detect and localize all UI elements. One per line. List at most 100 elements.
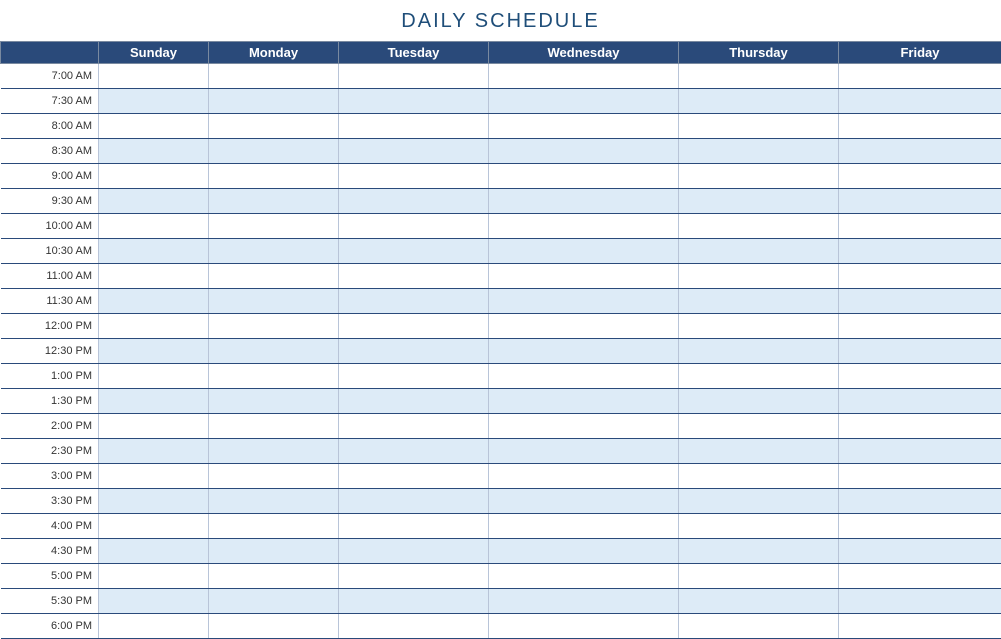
schedule-cell[interactable] [679, 214, 839, 239]
schedule-cell[interactable] [209, 539, 339, 564]
schedule-cell[interactable] [209, 589, 339, 614]
schedule-cell[interactable] [339, 364, 489, 389]
schedule-cell[interactable] [339, 139, 489, 164]
schedule-cell[interactable] [679, 589, 839, 614]
schedule-cell[interactable] [679, 564, 839, 589]
schedule-cell[interactable] [99, 514, 209, 539]
schedule-cell[interactable] [839, 164, 1001, 189]
schedule-cell[interactable] [209, 339, 339, 364]
schedule-cell[interactable] [209, 314, 339, 339]
schedule-cell[interactable] [209, 214, 339, 239]
schedule-cell[interactable] [99, 164, 209, 189]
schedule-cell[interactable] [339, 464, 489, 489]
schedule-cell[interactable] [839, 464, 1001, 489]
schedule-cell[interactable] [99, 564, 209, 589]
schedule-cell[interactable] [209, 164, 339, 189]
schedule-cell[interactable] [339, 339, 489, 364]
schedule-cell[interactable] [839, 289, 1001, 314]
schedule-cell[interactable] [339, 264, 489, 289]
schedule-cell[interactable] [679, 489, 839, 514]
schedule-cell[interactable] [839, 389, 1001, 414]
schedule-cell[interactable] [99, 414, 209, 439]
schedule-cell[interactable] [679, 439, 839, 464]
schedule-cell[interactable] [99, 239, 209, 264]
schedule-cell[interactable] [339, 214, 489, 239]
schedule-cell[interactable] [209, 139, 339, 164]
schedule-cell[interactable] [679, 339, 839, 364]
schedule-cell[interactable] [839, 364, 1001, 389]
schedule-cell[interactable] [489, 64, 679, 89]
schedule-cell[interactable] [839, 239, 1001, 264]
schedule-cell[interactable] [99, 289, 209, 314]
schedule-cell[interactable] [839, 264, 1001, 289]
schedule-cell[interactable] [209, 64, 339, 89]
schedule-cell[interactable] [209, 114, 339, 139]
schedule-cell[interactable] [839, 539, 1001, 564]
schedule-cell[interactable] [339, 314, 489, 339]
schedule-cell[interactable] [679, 389, 839, 414]
schedule-cell[interactable] [489, 239, 679, 264]
schedule-cell[interactable] [839, 564, 1001, 589]
schedule-cell[interactable] [339, 589, 489, 614]
schedule-cell[interactable] [99, 189, 209, 214]
schedule-cell[interactable] [489, 89, 679, 114]
schedule-cell[interactable] [839, 64, 1001, 89]
schedule-cell[interactable] [679, 189, 839, 214]
schedule-cell[interactable] [99, 364, 209, 389]
schedule-cell[interactable] [339, 489, 489, 514]
schedule-cell[interactable] [679, 314, 839, 339]
schedule-cell[interactable] [99, 589, 209, 614]
schedule-cell[interactable] [209, 289, 339, 314]
schedule-cell[interactable] [679, 414, 839, 439]
schedule-cell[interactable] [489, 489, 679, 514]
schedule-cell[interactable] [339, 89, 489, 114]
schedule-cell[interactable] [679, 539, 839, 564]
schedule-cell[interactable] [339, 539, 489, 564]
schedule-cell[interactable] [679, 514, 839, 539]
schedule-cell[interactable] [209, 239, 339, 264]
schedule-cell[interactable] [339, 239, 489, 264]
schedule-cell[interactable] [839, 139, 1001, 164]
schedule-cell[interactable] [339, 564, 489, 589]
schedule-cell[interactable] [99, 614, 209, 639]
schedule-cell[interactable] [839, 214, 1001, 239]
schedule-cell[interactable] [839, 414, 1001, 439]
schedule-cell[interactable] [839, 514, 1001, 539]
schedule-cell[interactable] [209, 414, 339, 439]
schedule-cell[interactable] [209, 364, 339, 389]
schedule-cell[interactable] [209, 614, 339, 639]
schedule-cell[interactable] [839, 114, 1001, 139]
schedule-cell[interactable] [489, 189, 679, 214]
schedule-cell[interactable] [679, 464, 839, 489]
schedule-cell[interactable] [99, 114, 209, 139]
schedule-cell[interactable] [679, 114, 839, 139]
schedule-cell[interactable] [679, 64, 839, 89]
schedule-cell[interactable] [679, 364, 839, 389]
schedule-cell[interactable] [339, 414, 489, 439]
schedule-cell[interactable] [99, 389, 209, 414]
schedule-cell[interactable] [339, 164, 489, 189]
schedule-cell[interactable] [839, 314, 1001, 339]
schedule-cell[interactable] [99, 539, 209, 564]
schedule-cell[interactable] [99, 89, 209, 114]
schedule-cell[interactable] [209, 489, 339, 514]
schedule-cell[interactable] [839, 589, 1001, 614]
schedule-cell[interactable] [489, 614, 679, 639]
schedule-cell[interactable] [339, 114, 489, 139]
schedule-cell[interactable] [339, 614, 489, 639]
schedule-cell[interactable] [489, 539, 679, 564]
schedule-cell[interactable] [99, 214, 209, 239]
schedule-cell[interactable] [99, 489, 209, 514]
schedule-cell[interactable] [489, 139, 679, 164]
schedule-cell[interactable] [489, 414, 679, 439]
schedule-cell[interactable] [489, 214, 679, 239]
schedule-cell[interactable] [839, 439, 1001, 464]
schedule-cell[interactable] [839, 339, 1001, 364]
schedule-cell[interactable] [679, 239, 839, 264]
schedule-cell[interactable] [839, 489, 1001, 514]
schedule-cell[interactable] [339, 514, 489, 539]
schedule-cell[interactable] [209, 439, 339, 464]
schedule-cell[interactable] [209, 89, 339, 114]
schedule-cell[interactable] [339, 389, 489, 414]
schedule-cell[interactable] [489, 589, 679, 614]
